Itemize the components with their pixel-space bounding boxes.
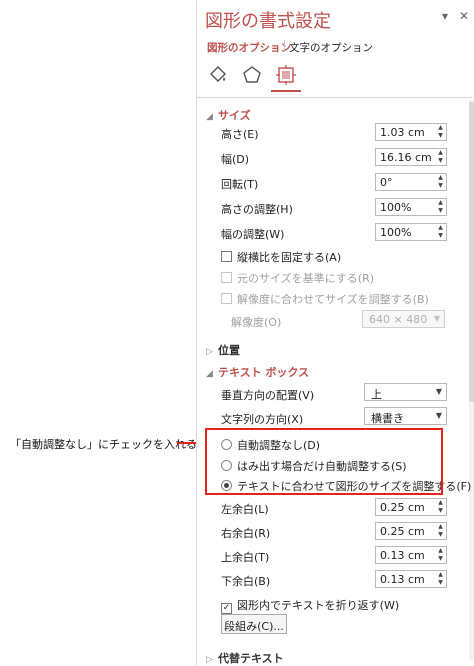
scale-width-label: 幅の調整(W) [221,228,285,241]
pane-divider [197,97,472,98]
annotation-callout: 「自動調整なし」にチェックを入れる [10,438,197,451]
rotation-spinner[interactable]: 0° ▲ ▼ [375,173,447,191]
width-spinner[interactable]: 16.16 cm ▲ ▼ [375,148,447,166]
text-direction-dropdown[interactable]: 横書き ▼ [364,407,447,425]
scale-height-spinner[interactable]: 100% ▲ ▼ [375,198,447,216]
height-label: 高さ(E) [221,128,259,141]
spin-arrows[interactable]: ▲ ▼ [436,224,445,240]
checkbox-box[interactable] [221,251,232,262]
close-icon[interactable]: ✕ [459,9,469,23]
valign-value: 上 [371,388,382,401]
width-label: 幅(D) [221,153,250,166]
tab-shape-options[interactable]: 図形のオプション [207,40,291,55]
format-shape-pane: 図形の書式設定 ▾ ✕ 図形のオプション 文字のオプション ◢ サイズ 高さ(E)… [196,0,474,666]
scale-width-value: 100% [380,226,412,239]
collapse-triangle-icon: ▷ [206,655,213,665]
lock-aspect-label: 縦横比を固定する(A) [237,251,342,264]
section-alt-text-label: 代替テキスト [218,652,284,665]
spin-arrows[interactable]: ▲ ▼ [436,199,445,215]
tab-text-options[interactable]: 文字のオプション [289,40,373,55]
spin-arrows[interactable]: ▲ ▼ [436,547,445,563]
checkbox-box [221,293,232,304]
wrap-text-label: 図形内でテキストを折り返す(W) [237,599,400,612]
right-margin-value: 0.25 cm [380,525,425,538]
right-margin-label: 右余白(R) [221,527,271,540]
columns-button[interactable]: 段組み(C)... [221,614,287,634]
active-tab-indicator [271,90,301,92]
spin-arrows[interactable]: ▲ ▼ [436,571,445,587]
left-margin-spinner[interactable]: 0.25 cm ▲ ▼ [375,498,447,516]
text-direction-label: 文字列の方向(X) [221,413,304,426]
scrollbar-thumb[interactable] [469,102,474,402]
scale-width-spinner[interactable]: 100% ▲ ▼ [375,223,447,241]
pane-options-dropdown[interactable]: ▾ [442,9,448,23]
annotation-highlight-box [205,428,443,495]
scale-height-value: 100% [380,201,412,214]
effects-pentagon-icon[interactable] [241,64,263,86]
valign-dropdown[interactable]: 上 ▼ [364,383,447,401]
section-size[interactable]: ◢ サイズ [206,107,251,123]
expand-triangle-icon: ◢ [206,112,213,122]
bottom-margin-spinner[interactable]: 0.13 cm ▲ ▼ [375,570,447,588]
relative-original-label: 元のサイズを基準にする(R) [237,272,375,285]
checkbox-box[interactable]: ✓ [221,603,232,614]
size-properties-icon[interactable] [275,64,297,86]
top-margin-spinner[interactable]: 0.13 cm ▲ ▼ [375,546,447,564]
chevron-down-icon: ▼ [435,411,442,420]
resolution-value: 640 × 480 [369,313,428,326]
rotation-label: 回転(T) [221,178,259,191]
section-position[interactable]: ▷ 位置 [206,342,240,358]
top-margin-label: 上余白(T) [221,551,270,564]
rotation-value: 0° [380,176,393,189]
spin-arrows[interactable]: ▲ ▼ [436,174,445,190]
wrap-text-checkbox[interactable]: ✓ 図形内でテキストを折り返す(W) [221,597,399,614]
section-size-label: サイズ [218,109,251,122]
pane-title: 図形の書式設定 [205,11,331,32]
section-textbox[interactable]: ◢ テキスト ボックス [206,364,309,380]
height-value: 1.03 cm [380,126,425,139]
collapse-triangle-icon: ▷ [206,347,213,357]
spin-arrows[interactable]: ▲ ▼ [436,149,445,165]
valign-label: 垂直方向の配置(V) [221,389,315,402]
lock-aspect-checkbox[interactable]: 縦横比を固定する(A) [221,249,341,265]
height-spinner[interactable]: 1.03 cm ▲ ▼ [375,123,447,141]
fill-line-icon[interactable] [207,64,229,86]
bottom-margin-label: 下余白(B) [221,575,271,588]
resolution-label: 解像度(O) [231,316,282,329]
scale-height-label: 高さの調整(H) [221,203,293,216]
checkbox-box [221,272,232,283]
section-alt-text[interactable]: ▷ 代替テキスト [206,650,284,666]
bottom-margin-value: 0.13 cm [380,573,425,586]
left-margin-value: 0.25 cm [380,501,425,514]
best-scale-label: 解像度に合わせてサイズを調整する(B) [237,293,429,306]
section-position-label: 位置 [218,344,240,357]
relative-original-checkbox: 元のサイズを基準にする(R) [221,270,374,286]
spin-arrows[interactable]: ▲ ▼ [436,499,445,515]
best-scale-checkbox: 解像度に合わせてサイズを調整する(B) [221,291,429,307]
spin-arrows[interactable]: ▲ ▼ [436,124,445,140]
expand-triangle-icon: ◢ [206,369,213,379]
top-margin-value: 0.13 cm [380,549,425,562]
left-margin-label: 左余白(L) [221,503,269,516]
right-margin-spinner[interactable]: 0.25 cm ▲ ▼ [375,522,447,540]
section-textbox-label: テキスト ボックス [218,366,310,379]
tab-separator [284,40,285,52]
text-direction-value: 横書き [371,412,404,425]
resolution-dropdown: 640 × 480 ▼ [362,310,445,328]
chevron-down-icon: ▼ [435,387,442,396]
chevron-down-icon: ▼ [433,314,440,323]
width-value: 16.16 cm [380,151,432,164]
spin-arrows[interactable]: ▲ ▼ [436,523,445,539]
